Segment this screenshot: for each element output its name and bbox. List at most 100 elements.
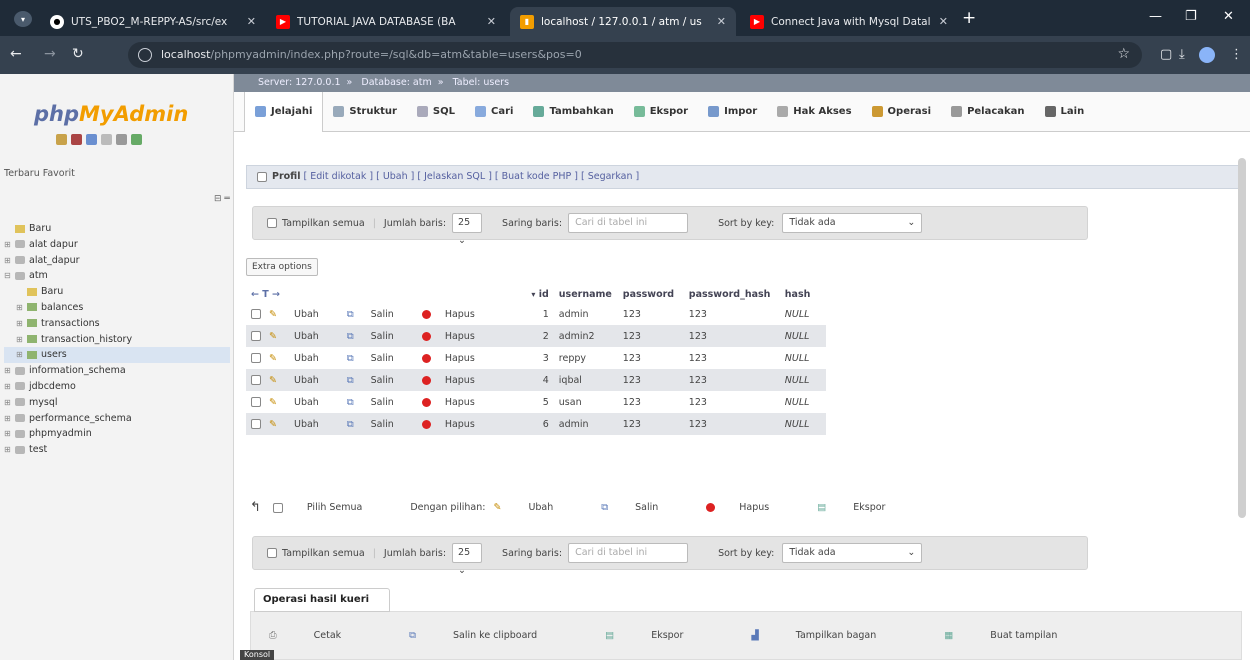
tab-impor[interactable]: Impor [698,92,767,132]
cell-id[interactable]: 5 [507,391,554,413]
copy-button[interactable]: ⧉ Salin [347,353,408,364]
tree-item-information-schema[interactable]: ⊞ information_schema [4,363,230,379]
breadcrumb-table[interactable]: Tabel: users [453,77,509,88]
cell-id[interactable]: 4 [507,369,554,391]
column-header-hash[interactable]: hash [780,285,826,303]
avatar[interactable] [1199,47,1215,63]
cell-username[interactable]: iqbal [553,369,618,391]
close-icon[interactable]: ✕ [487,15,496,28]
help-icon[interactable] [101,134,112,145]
expand-icon[interactable]: ⊟ [4,268,15,284]
sort-select[interactable]: Tidak ada ⌄ [782,543,923,563]
expand-icon[interactable]: ⊞ [4,442,15,458]
delete-button[interactable]: Hapus [421,397,489,408]
sort-select[interactable]: Tidak ada ⌄ [782,213,923,233]
cell-password[interactable]: 123 [617,325,684,347]
tab-operasi[interactable]: Operasi [862,92,942,132]
settings-icon[interactable] [116,134,127,145]
cell-password[interactable]: 123 [617,303,684,325]
show-all-checkbox[interactable] [267,548,277,558]
delete-button[interactable]: Hapus [421,419,489,430]
expand-icon[interactable]: ⊞ [16,332,27,348]
cell-id[interactable]: 2 [507,325,554,347]
bulk-delete-button[interactable]: Hapus [706,502,793,513]
expand-icon[interactable]: ⊞ [4,237,15,253]
expand-icon[interactable]: ⊞ [16,347,27,363]
breadcrumb-server[interactable]: Server: 127.0.0.1 [258,77,341,88]
cell-hash[interactable]: NULL [779,303,826,325]
cell-username[interactable]: admin2 [553,325,618,347]
tab-tambahkan[interactable]: Tambahkan [523,92,623,132]
table-row[interactable]: ✎ Ubah ⧉ Salin Hapus 2 admin2 123 123 NULL [246,325,826,347]
expand-icon[interactable]: ⊞ [4,379,15,395]
column-header-username[interactable]: username [554,285,618,303]
reload-nav-icon[interactable] [131,134,142,145]
reload-icon[interactable]: ↻ [72,46,84,62]
tree-item-users[interactable]: ⊞ users [4,347,230,364]
select-all[interactable]: Pilih Semua [272,502,386,513]
tree-item-performance-schema[interactable]: ⊞ performance_schema [4,411,230,427]
bulk-edit-button[interactable]: ✎ Ubah [493,502,577,513]
browser-tab-2[interactable]: ▶ TUTORIAL JAVA DATABASE (BA ✕ [266,7,506,36]
row-checkbox[interactable] [251,353,261,363]
column-options[interactable]: ← T → [246,285,508,303]
cell-password[interactable]: 123 [617,369,684,391]
tree-item-baru[interactable]: Baru [4,284,230,300]
tab-pelacakan[interactable]: Pelacakan [941,92,1034,132]
row-checkbox[interactable] [251,375,261,385]
export-button[interactable]: ▤ Ekspor [605,630,717,641]
collapse-all-icon[interactable]: ⊟ ═ [214,194,230,204]
home-icon[interactable] [56,134,67,145]
cell-password-hash[interactable]: 123 [683,391,780,413]
expand-icon[interactable]: ⊞ [4,253,15,269]
display-chart-button[interactable]: ▟ Tampilkan bagan [751,630,910,641]
tree-item-atm[interactable]: ⊟ atm [4,268,230,284]
extra-options-button[interactable]: Extra options [246,258,318,276]
rows-select[interactable]: 25 ⌄ [452,543,483,576]
tree-item-phpmyadmin[interactable]: ⊞ phpmyadmin [4,426,230,442]
tab-ekspor[interactable]: Ekspor [624,92,698,132]
browser-tab-1[interactable]: ● UTS_PBO2_M-REPPY-AS/src/ex ✕ [40,7,266,36]
bulk-copy-button[interactable]: ⧉ Salin [601,502,682,513]
delete-button[interactable]: Hapus [421,331,489,342]
row-checkbox[interactable] [251,309,261,319]
cell-password-hash[interactable]: 123 [683,369,780,391]
cell-hash[interactable]: NULL [779,347,826,369]
expand-icon[interactable]: ⊞ [4,363,15,379]
browser-tab-3[interactable]: ▮ localhost / 127.0.0.1 / atm / us ✕ [510,7,736,36]
tree-item-transaction-history[interactable]: ⊞ transaction_history [4,332,230,348]
new-tab-icon[interactable]: + [962,8,976,28]
cell-password[interactable]: 123 [617,391,684,413]
cell-password[interactable]: 123 [617,347,684,369]
cell-username[interactable]: reppy [553,347,618,369]
copy-button[interactable]: ⧉ Salin [347,397,408,408]
table-row[interactable]: ✎ Ubah ⧉ Salin Hapus 5 usan 123 123 NULL [246,391,826,413]
cell-password-hash[interactable]: 123 [683,325,780,347]
tree-item-jdbcdemo[interactable]: ⊞ jdbcdemo [4,379,230,395]
row-checkbox[interactable] [251,331,261,341]
copy-button[interactable]: ⧉ Salin [347,375,408,386]
filter-input[interactable]: Cari di tabel ini [568,213,689,233]
tree-item-transactions[interactable]: ⊞ transactions [4,316,230,332]
close-icon[interactable]: ✕ [939,15,948,28]
cell-username[interactable]: admin [553,413,618,435]
delete-button[interactable]: Hapus [421,375,489,386]
tree-item-mysql[interactable]: ⊞ mysql [4,395,230,411]
cell-id[interactable]: 1 [507,303,554,325]
expand-icon[interactable]: ⊞ [16,316,27,332]
bulk-export-button[interactable]: ▤ Ekspor [817,502,909,513]
cell-hash[interactable]: NULL [779,369,826,391]
copy-button[interactable]: ⧉ Salin [347,309,408,320]
expand-icon[interactable]: ⊞ [16,300,27,316]
row-checkbox[interactable] [251,419,261,429]
edit-button[interactable]: ✎ Ubah [269,419,333,430]
cell-password-hash[interactable]: 123 [683,303,780,325]
rows-select[interactable]: 25 ⌄ [452,213,483,246]
cell-id[interactable]: 6 [507,413,554,435]
show-all-checkbox[interactable] [267,218,277,228]
print-button[interactable]: ⎙ Cetak [269,630,375,641]
edit-button[interactable]: ✎ Ubah [269,309,333,320]
minimize-icon[interactable]: — [1149,9,1162,24]
download-icon[interactable]: ⤓ [1179,47,1185,62]
close-icon[interactable]: ✕ [717,15,726,28]
